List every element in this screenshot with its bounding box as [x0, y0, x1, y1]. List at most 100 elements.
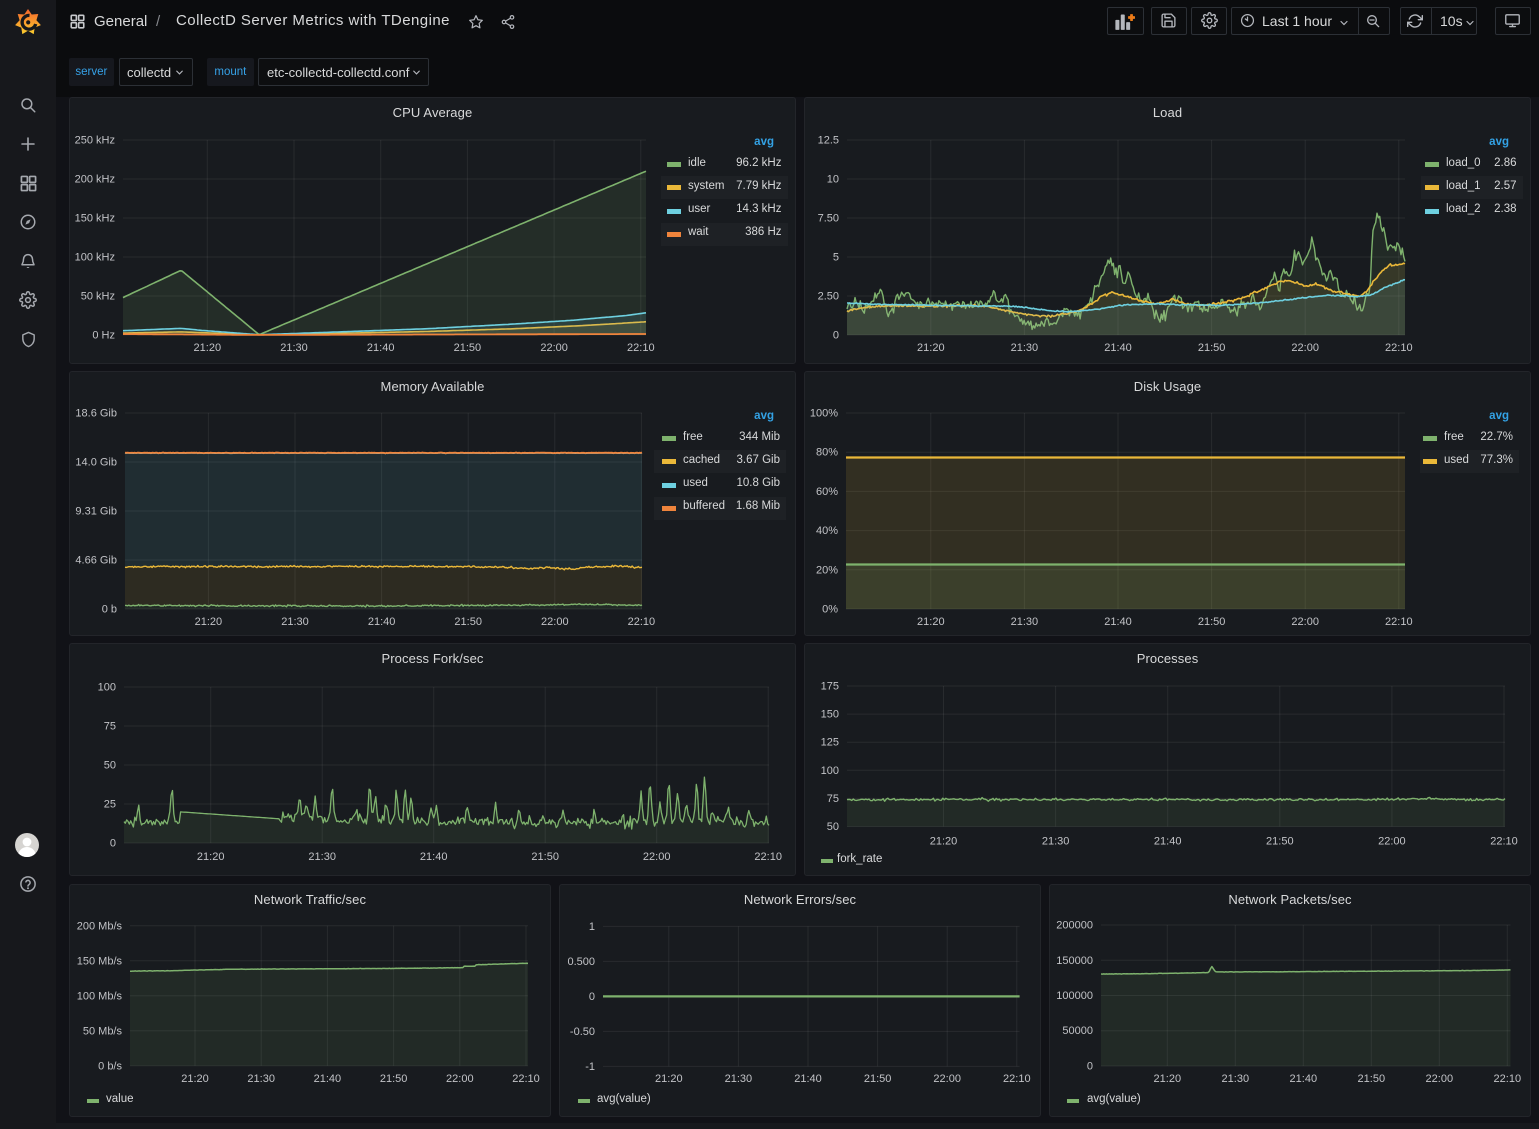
- svg-text:22:10: 22:10: [628, 616, 656, 628]
- svg-text:0 Hz: 0 Hz: [92, 330, 115, 342]
- svg-text:22:00: 22:00: [1291, 616, 1319, 628]
- svg-text:21:40: 21:40: [367, 342, 395, 354]
- svg-text:50: 50: [104, 760, 116, 772]
- svg-text:22:10: 22:10: [1385, 616, 1413, 628]
- svg-text:5: 5: [833, 252, 839, 264]
- svg-text:40%: 40%: [816, 525, 838, 537]
- svg-text:4.66 Gib: 4.66 Gib: [75, 555, 117, 567]
- svg-text:21:40: 21:40: [1104, 616, 1132, 628]
- svg-text:21:50: 21:50: [1358, 1073, 1386, 1085]
- svg-text:21:20: 21:20: [930, 836, 958, 848]
- svg-text:0: 0: [110, 838, 116, 850]
- svg-text:22:10: 22:10: [627, 342, 655, 354]
- svg-text:22:00: 22:00: [541, 616, 569, 628]
- svg-text:22:00: 22:00: [446, 1073, 474, 1085]
- svg-text:125: 125: [821, 737, 839, 749]
- svg-text:21:50: 21:50: [1266, 836, 1294, 848]
- svg-text:1: 1: [589, 921, 595, 933]
- svg-text:0: 0: [589, 991, 595, 1003]
- svg-text:22:00: 22:00: [1291, 342, 1319, 354]
- svg-text:50 Mb/s: 50 Mb/s: [83, 1025, 123, 1037]
- svg-text:21:20: 21:20: [195, 616, 223, 628]
- svg-text:22:10: 22:10: [1385, 342, 1413, 354]
- svg-text:21:20: 21:20: [917, 616, 945, 628]
- svg-text:0: 0: [833, 330, 839, 342]
- svg-text:21:50: 21:50: [454, 616, 482, 628]
- svg-text:21:30: 21:30: [1222, 1073, 1250, 1085]
- svg-text:150 kHz: 150 kHz: [75, 213, 115, 225]
- svg-text:-1: -1: [585, 1061, 595, 1073]
- svg-text:18.6 Gib: 18.6 Gib: [75, 408, 117, 420]
- svg-text:21:20: 21:20: [917, 342, 945, 354]
- svg-text:21:20: 21:20: [181, 1073, 209, 1085]
- svg-text:21:30: 21:30: [1011, 616, 1039, 628]
- svg-text:50: 50: [827, 821, 839, 833]
- svg-text:0.500: 0.500: [567, 956, 595, 968]
- svg-text:22:10: 22:10: [1494, 1073, 1522, 1085]
- svg-text:21:40: 21:40: [368, 616, 396, 628]
- svg-text:21:50: 21:50: [864, 1073, 892, 1085]
- svg-text:250 kHz: 250 kHz: [75, 135, 115, 147]
- svg-text:200 kHz: 200 kHz: [75, 174, 115, 186]
- svg-text:22:00: 22:00: [540, 342, 568, 354]
- svg-text:100: 100: [821, 765, 839, 777]
- svg-text:100 kHz: 100 kHz: [75, 252, 115, 264]
- svg-text:21:50: 21:50: [1198, 616, 1226, 628]
- svg-text:22:00: 22:00: [1378, 836, 1406, 848]
- svg-text:150: 150: [821, 709, 839, 721]
- svg-text:21:50: 21:50: [454, 342, 482, 354]
- svg-text:100 Mb/s: 100 Mb/s: [77, 990, 123, 1002]
- svg-text:22:10: 22:10: [1003, 1073, 1031, 1085]
- svg-text:100%: 100%: [810, 408, 838, 420]
- svg-text:14.0 Gib: 14.0 Gib: [75, 457, 117, 469]
- svg-text:21:20: 21:20: [197, 851, 225, 863]
- svg-text:100000: 100000: [1056, 990, 1093, 1002]
- svg-text:22:10: 22:10: [754, 851, 782, 863]
- svg-text:21:40: 21:40: [1290, 1073, 1318, 1085]
- svg-text:21:40: 21:40: [794, 1073, 822, 1085]
- svg-text:21:30: 21:30: [1042, 836, 1070, 848]
- svg-text:21:40: 21:40: [314, 1073, 342, 1085]
- svg-text:75: 75: [104, 721, 116, 733]
- svg-text:22:10: 22:10: [512, 1073, 540, 1085]
- svg-text:0 b: 0 b: [102, 604, 117, 616]
- svg-text:0%: 0%: [822, 604, 838, 616]
- svg-text:22:00: 22:00: [933, 1073, 961, 1085]
- svg-text:21:40: 21:40: [420, 851, 448, 863]
- svg-text:20%: 20%: [816, 564, 838, 576]
- svg-text:-0.50: -0.50: [570, 1026, 595, 1038]
- svg-text:0: 0: [1087, 1061, 1093, 1073]
- svg-text:21:50: 21:50: [380, 1073, 408, 1085]
- svg-text:10: 10: [827, 174, 839, 186]
- svg-text:75: 75: [827, 793, 839, 805]
- svg-text:22:00: 22:00: [1426, 1073, 1454, 1085]
- svg-text:80%: 80%: [816, 447, 838, 459]
- svg-text:200000: 200000: [1056, 920, 1093, 932]
- svg-text:21:20: 21:20: [194, 342, 222, 354]
- svg-text:25: 25: [104, 799, 116, 811]
- svg-text:21:40: 21:40: [1104, 342, 1132, 354]
- svg-text:22:10: 22:10: [1490, 836, 1518, 848]
- svg-text:21:30: 21:30: [308, 851, 336, 863]
- svg-text:21:30: 21:30: [281, 616, 309, 628]
- svg-text:21:30: 21:30: [280, 342, 308, 354]
- svg-text:50 kHz: 50 kHz: [81, 291, 115, 303]
- svg-text:22:00: 22:00: [643, 851, 671, 863]
- svg-text:21:30: 21:30: [247, 1073, 275, 1085]
- svg-text:9.31 Gib: 9.31 Gib: [75, 506, 117, 518]
- svg-text:200 Mb/s: 200 Mb/s: [77, 920, 123, 932]
- svg-text:21:40: 21:40: [1154, 836, 1182, 848]
- svg-text:21:50: 21:50: [1198, 342, 1226, 354]
- svg-text:12.5: 12.5: [818, 135, 839, 147]
- svg-text:2.50: 2.50: [818, 291, 839, 303]
- svg-text:21:20: 21:20: [655, 1073, 683, 1085]
- svg-text:60%: 60%: [816, 486, 838, 498]
- svg-text:100: 100: [98, 682, 116, 694]
- svg-text:7.50: 7.50: [818, 213, 839, 225]
- svg-text:150000: 150000: [1056, 955, 1093, 967]
- svg-text:21:50: 21:50: [531, 851, 559, 863]
- svg-text:0 b/s: 0 b/s: [98, 1060, 122, 1072]
- svg-text:175: 175: [821, 681, 839, 693]
- svg-text:21:30: 21:30: [1011, 342, 1039, 354]
- svg-text:50000: 50000: [1062, 1025, 1093, 1037]
